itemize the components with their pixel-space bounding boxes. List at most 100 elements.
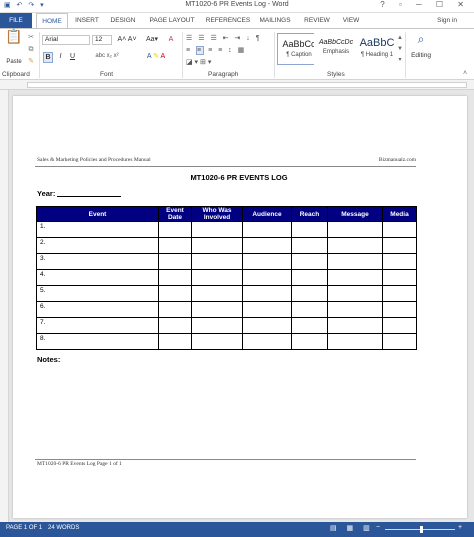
tab-review[interactable]: REVIEW <box>301 13 333 28</box>
table-cell[interactable] <box>158 317 192 334</box>
table-cell[interactable] <box>158 237 192 254</box>
tab-references[interactable]: REFERENCES <box>205 13 251 28</box>
underline-button[interactable]: U <box>68 52 77 61</box>
event-cell[interactable]: 1. <box>36 221 159 238</box>
shading-borders-icons[interactable]: ◪ ▾ ⊞ ▾ <box>186 58 226 67</box>
table-cell[interactable] <box>191 237 243 254</box>
tab-mailings[interactable]: MAILINGS <box>257 13 293 28</box>
table-cell[interactable] <box>242 301 292 318</box>
table-cell[interactable] <box>191 269 243 286</box>
strike-subscript-superscript-icons[interactable]: abc x₂ x² <box>82 52 132 61</box>
event-cell[interactable]: 3. <box>36 253 159 270</box>
clear-format-icon[interactable]: A <box>166 35 176 44</box>
event-cell[interactable]: 5. <box>36 285 159 302</box>
sign-in-link[interactable]: Sign in <box>437 13 457 28</box>
event-cell[interactable]: 7. <box>36 317 159 334</box>
table-cell[interactable] <box>291 317 328 334</box>
table-cell[interactable] <box>382 317 417 334</box>
page-count[interactable]: PAGE 1 OF 1 <box>6 525 42 531</box>
list-indent-icons[interactable]: ☰ ☰ ☰ ⇤ ⇥ ↓ ¶ <box>186 34 274 43</box>
tab-page-layout[interactable]: PAGE LAYOUT <box>146 13 198 28</box>
table-cell[interactable] <box>242 285 292 302</box>
table-cell[interactable] <box>327 301 383 318</box>
tab-view[interactable]: VIEW <box>339 13 363 28</box>
table-cell[interactable] <box>327 333 383 350</box>
table-cell[interactable] <box>158 301 192 318</box>
table-cell[interactable] <box>291 253 328 270</box>
table-cell[interactable] <box>242 221 292 238</box>
table-cell[interactable] <box>242 317 292 334</box>
vertical-ruler[interactable] <box>0 90 9 522</box>
tab-insert[interactable]: INSERT <box>72 13 102 28</box>
style-emphasis[interactable]: AaBbCcDc Emphasis <box>314 33 358 65</box>
tab-design[interactable]: DESIGN <box>108 13 138 28</box>
text-effects-highlight-color-icons[interactable]: A ✎ A <box>136 52 176 61</box>
tab-file[interactable]: FILE <box>0 13 32 28</box>
table-cell[interactable] <box>191 285 243 302</box>
table-cell[interactable] <box>327 237 383 254</box>
table-cell[interactable] <box>291 269 328 286</box>
alignment-icons[interactable]: ≡ ≡ ≡ ≡ ↕ ▦ <box>186 46 274 55</box>
font-name-select[interactable]: Arial <box>42 35 90 45</box>
cut-icon[interactable]: ✂ <box>27 33 35 42</box>
table-cell[interactable] <box>382 253 417 270</box>
italic-button[interactable]: I <box>56 52 65 61</box>
event-cell[interactable]: 4. <box>36 269 159 286</box>
bold-button[interactable]: B <box>43 52 53 63</box>
table-cell[interactable] <box>191 221 243 238</box>
table-cell[interactable] <box>291 285 328 302</box>
zoom-out-icon[interactable]: − <box>376 524 380 531</box>
styles-scroll-icon[interactable]: ▲ ▼ ▾ <box>396 33 404 66</box>
paste-icon[interactable]: 📋 <box>4 29 24 58</box>
collapse-ribbon-icon[interactable]: ˄ <box>460 69 470 78</box>
table-cell[interactable] <box>382 285 417 302</box>
table-cell[interactable] <box>291 237 328 254</box>
format-painter-icon[interactable]: ✎ <box>27 57 35 66</box>
zoom-slider-thumb[interactable] <box>420 526 423 533</box>
table-cell[interactable] <box>382 269 417 286</box>
horizontal-ruler[interactable] <box>0 80 474 90</box>
table-cell[interactable] <box>291 333 328 350</box>
table-cell[interactable] <box>327 269 383 286</box>
table-cell[interactable] <box>242 253 292 270</box>
table-cell[interactable] <box>327 317 383 334</box>
zoom-in-icon[interactable]: + <box>458 524 462 531</box>
editing-button[interactable]: Editing <box>406 51 436 60</box>
paste-label[interactable]: Paste <box>4 58 24 67</box>
table-cell[interactable] <box>242 333 292 350</box>
table-cell[interactable] <box>327 221 383 238</box>
window-controls[interactable]: ? ▫ ─ ☐ ✕ <box>380 0 470 9</box>
table-cell[interactable] <box>382 237 417 254</box>
find-icon[interactable]: ⌕ <box>410 33 432 45</box>
table-cell[interactable] <box>382 301 417 318</box>
style-heading-1[interactable]: AaBbC ¶ Heading 1 <box>355 33 399 65</box>
table-cell[interactable] <box>158 269 192 286</box>
table-cell[interactable] <box>242 269 292 286</box>
event-cell[interactable]: 2. <box>36 237 159 254</box>
table-cell[interactable] <box>291 301 328 318</box>
word-count[interactable]: 24 WORDS <box>48 525 79 531</box>
table-cell[interactable] <box>242 237 292 254</box>
table-cell[interactable] <box>191 253 243 270</box>
table-cell[interactable] <box>327 253 383 270</box>
table-cell[interactable] <box>191 333 243 350</box>
tab-home[interactable]: HOME <box>36 13 68 29</box>
table-cell[interactable] <box>191 317 243 334</box>
grow-shrink-font-icon[interactable]: A˄ A˅ <box>116 35 138 44</box>
event-cell[interactable]: 6. <box>36 301 159 318</box>
copy-icon[interactable]: ⧉ <box>27 45 35 54</box>
table-cell[interactable] <box>158 253 192 270</box>
year-blank-line[interactable] <box>57 196 121 197</box>
table-cell[interactable] <box>158 221 192 238</box>
font-size-select[interactable]: 12 <box>92 35 112 45</box>
event-cell[interactable]: 8. <box>36 333 159 350</box>
table-cell[interactable] <box>291 221 328 238</box>
table-cell[interactable] <box>382 333 417 350</box>
table-cell[interactable] <box>382 221 417 238</box>
table-cell[interactable] <box>158 285 192 302</box>
table-cell[interactable] <box>327 285 383 302</box>
change-case-icon[interactable]: Aa▾ <box>142 35 162 44</box>
table-cell[interactable] <box>191 301 243 318</box>
view-mode-icons[interactable]: ▤ ▦ ▥ <box>330 524 374 532</box>
table-cell[interactable] <box>158 333 192 350</box>
